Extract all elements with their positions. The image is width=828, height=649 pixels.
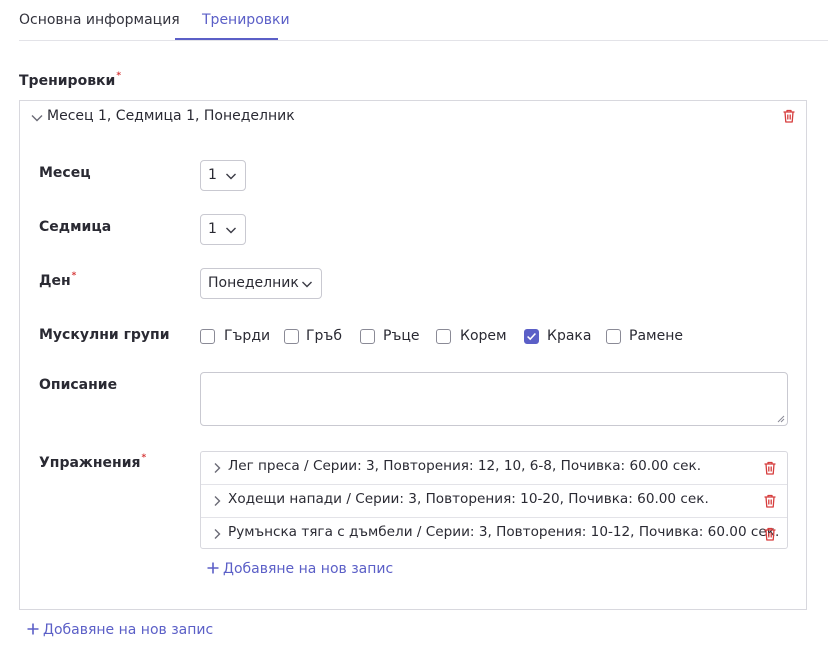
add-exercise-button[interactable]: Добавяне на нов запис <box>207 561 393 577</box>
chevron-right-icon[interactable] <box>211 495 223 507</box>
chevron-down-icon[interactable] <box>30 111 44 125</box>
delete-training-trash-icon[interactable] <box>781 108 797 124</box>
required-marker: * <box>116 71 122 81</box>
checkbox-chest[interactable] <box>200 329 215 344</box>
exercise-row[interactable]: Ходещи напади / Серии: 3, Повторения: 10… <box>201 484 787 518</box>
description-label: Описание <box>39 377 118 393</box>
checkbox-back-label[interactable]: Гръб <box>306 328 342 344</box>
chevron-right-icon[interactable] <box>211 462 223 474</box>
plus-icon <box>207 562 219 574</box>
delete-exercise-trash-icon[interactable] <box>762 493 778 509</box>
checkbox-abs-label[interactable]: Корем <box>460 328 507 344</box>
plus-icon <box>27 623 39 635</box>
month-select[interactable]: 1 <box>200 160 246 191</box>
trainings-label-text: Тренировки <box>19 73 116 89</box>
required-marker: * <box>141 453 147 463</box>
week-label: Седмица <box>39 219 112 235</box>
exercises-list: Лег преса / Серии: 3, Повторения: 12, 10… <box>200 451 788 549</box>
day-value: Понеделник <box>208 275 299 291</box>
week-select[interactable]: 1 <box>200 214 246 245</box>
exercise-row[interactable]: Румънска тяга с дъмбели / Серии: 3, Повт… <box>201 517 787 551</box>
exercise-label[interactable]: Румънска тяга с дъмбели / Серии: 3, Повт… <box>228 524 779 540</box>
add-training-label: Добавяне на нов запис <box>43 622 214 638</box>
training-card-title[interactable]: Месец 1, Седмица 1, Понеделник <box>47 108 295 124</box>
month-label: Месец <box>39 165 91 181</box>
add-exercise-label: Добавяне на нов запис <box>223 561 394 577</box>
chevron-down-icon <box>302 281 312 288</box>
delete-exercise-trash-icon[interactable] <box>762 526 778 542</box>
add-training-button[interactable]: Добавяне на нов запис <box>27 622 213 638</box>
checkbox-legs-label[interactable]: Крака <box>547 328 591 344</box>
exercise-label[interactable]: Лег преса / Серии: 3, Повторения: 12, 10… <box>228 458 701 474</box>
delete-exercise-trash-icon[interactable] <box>762 460 778 476</box>
chevron-right-icon[interactable] <box>211 528 223 540</box>
exercises-label-text: Упражнения <box>39 455 141 471</box>
checkbox-legs[interactable] <box>524 329 539 344</box>
required-marker: * <box>71 271 77 281</box>
checkbox-abs[interactable] <box>436 329 451 344</box>
month-value: 1 <box>208 167 217 183</box>
day-select[interactable]: Понеделник <box>200 268 322 299</box>
training-card: Месец 1, Седмица 1, Понеделник Месец 1 С… <box>19 100 807 610</box>
checkbox-shoulders[interactable] <box>606 329 621 344</box>
active-tab-indicator <box>175 38 278 40</box>
checkbox-arms[interactable] <box>360 329 375 344</box>
exercises-label: Упражнения* <box>39 453 147 471</box>
tab-bar: Основна информация Тренировки <box>19 0 828 41</box>
exercise-row[interactable]: Лег преса / Серии: 3, Повторения: 12, 10… <box>201 452 787 485</box>
checkmark-icon <box>527 332 536 341</box>
checkbox-back[interactable] <box>284 329 299 344</box>
checkbox-arms-label[interactable]: Ръце <box>383 328 419 344</box>
day-label: Ден* <box>39 271 77 289</box>
chevron-down-icon <box>226 227 236 234</box>
tab-basic-info[interactable]: Основна информация <box>19 12 180 28</box>
resize-handle-icon[interactable] <box>777 415 785 423</box>
day-label-text: Ден <box>39 273 71 289</box>
muscle-groups-label: Мускулни групи <box>39 327 170 343</box>
trainings-section-label: Тренировки* <box>19 71 122 89</box>
checkbox-chest-label[interactable]: Гърди <box>224 328 270 344</box>
description-textarea[interactable] <box>200 372 788 426</box>
tab-trainings[interactable]: Тренировки <box>202 12 290 28</box>
chevron-down-icon <box>226 173 236 180</box>
checkbox-shoulders-label[interactable]: Рамене <box>629 328 683 344</box>
week-value: 1 <box>208 221 217 237</box>
exercise-label[interactable]: Ходещи напади / Серии: 3, Повторения: 10… <box>228 491 709 507</box>
